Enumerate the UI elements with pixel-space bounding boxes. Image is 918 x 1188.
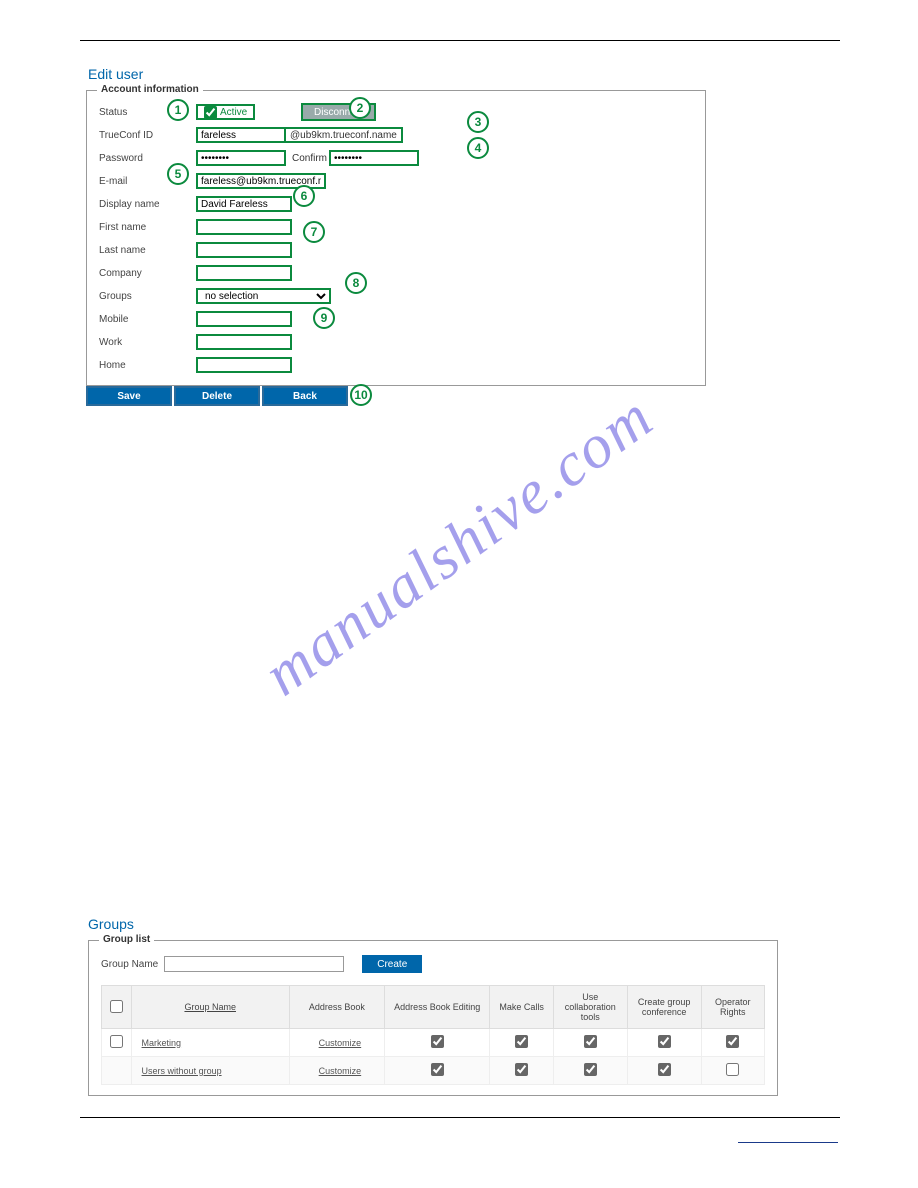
active-checkbox-wrap[interactable]: Active [196,104,255,120]
account-info-legend: Account information [97,84,203,95]
th-use-collab: Use collaboration tools [553,986,627,1029]
first-name-label: First name [99,222,196,233]
table-row: Users without group Customize [102,1057,765,1085]
groups-area: Groups Group list Group Name Create Grou… [88,916,840,1096]
table-row: Marketing Customize [102,1029,765,1057]
callout-10: 10 [350,384,372,406]
cb-abe[interactable] [431,1063,444,1076]
callout-1: 1 [167,99,189,121]
footer-link-underline [738,1142,838,1143]
home-label: Home [99,360,196,371]
password-input[interactable] [196,150,286,166]
active-checkbox[interactable] [204,106,217,119]
th-address-book: Address Book [289,986,384,1029]
th-group-name[interactable]: Group Name [131,986,289,1029]
customize-link[interactable]: Customize [289,1029,384,1057]
callout-5: 5 [167,163,189,185]
th-operator-rights: Operator Rights [701,986,764,1029]
callout-9: 9 [313,307,335,329]
callout-6: 6 [293,185,315,207]
group-name-label: Group Name [101,959,158,970]
password-label: Password [99,153,196,164]
groups-title: Groups [88,916,840,932]
groups-select[interactable]: no selection [196,288,331,304]
group-name-input[interactable] [164,956,344,972]
trueconf-id-label: TrueConf ID [99,130,196,141]
display-name-input[interactable] [196,196,292,212]
callout-7: 7 [303,221,325,243]
select-all-checkbox[interactable] [110,1000,123,1013]
active-label: Active [220,107,247,118]
create-button[interactable]: Create [362,955,422,973]
mobile-input[interactable] [196,311,292,327]
groups-label: Groups [99,291,196,302]
first-name-input[interactable] [196,219,292,235]
row-checkbox[interactable] [110,1035,123,1048]
button-bar: Save Delete Back 10 [86,386,706,406]
rule-bottom [80,1117,840,1118]
delete-button[interactable]: Delete [174,386,260,406]
cb-uc[interactable] [584,1063,597,1076]
page-content: Edit user Account information 1 2 3 4 5 … [80,40,840,1096]
cb-cc[interactable] [658,1063,671,1076]
cb-abe[interactable] [431,1035,444,1048]
last-name-input[interactable] [196,242,292,258]
rule-top [80,40,840,41]
th-address-book-editing: Address Book Editing [384,986,490,1029]
work-input[interactable] [196,334,292,350]
callout-4: 4 [467,137,489,159]
save-button[interactable]: Save [86,386,172,406]
cb-or[interactable] [726,1063,739,1076]
edit-user-title: Edit user [88,66,840,82]
cb-uc[interactable] [584,1035,597,1048]
confirm-input[interactable] [329,150,419,166]
th-create-conf: Create group conference [627,986,701,1029]
cb-or[interactable] [726,1035,739,1048]
th-make-calls: Make Calls [490,986,553,1029]
last-name-label: Last name [99,245,196,256]
group-list-fieldset: Group list Group Name Create Group Name … [88,940,778,1096]
group-list-legend: Group list [99,934,154,945]
callout-3: 3 [467,111,489,133]
cb-cc[interactable] [658,1035,671,1048]
company-label: Company [99,268,196,279]
mobile-label: Mobile [99,314,196,325]
groups-tbody: Marketing Customize Users without group … [102,1029,765,1085]
account-info-fieldset: Account information 1 2 3 4 5 6 7 8 9 St… [86,90,706,386]
group-link[interactable]: Marketing [131,1029,289,1057]
cb-mc[interactable] [515,1035,528,1048]
callout-2: 2 [349,97,371,119]
work-label: Work [99,337,196,348]
trueconf-id-input[interactable] [196,127,286,143]
cb-mc[interactable] [515,1063,528,1076]
display-name-label: Display name [99,199,196,210]
groups-table: Group Name Address Book Address Book Edi… [101,985,765,1085]
home-input[interactable] [196,357,292,373]
trueconf-domain: @ub9km.trueconf.name [284,127,403,143]
customize-link[interactable]: Customize [289,1057,384,1085]
callout-8: 8 [345,272,367,294]
group-link[interactable]: Users without group [131,1057,289,1085]
company-input[interactable] [196,265,292,281]
back-button[interactable]: Back [262,386,348,406]
confirm-label: Confirm [292,153,327,164]
